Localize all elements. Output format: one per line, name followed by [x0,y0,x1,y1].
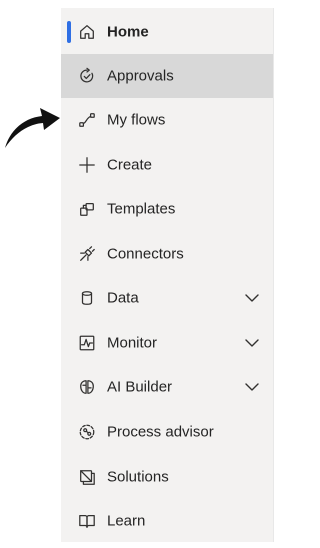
plug-icon [77,244,97,264]
chevron-down-icon[interactable] [244,290,260,306]
pointer-arrow-icon [5,108,60,148]
active-indicator [67,21,71,43]
nav-item-data[interactable]: Data [61,276,273,320]
nav-item-templates[interactable]: Templates [61,187,273,231]
nav-item-home[interactable]: Home [61,10,273,54]
plus-icon [77,155,97,175]
left-navigation: Home Approvals My flows Create Templates… [61,8,274,542]
book-icon [77,511,97,531]
home-icon [77,22,97,42]
monitor-icon [77,333,97,353]
nav-item-ai-builder[interactable]: AI Builder [61,365,273,409]
nav-label: Approvals [107,67,174,85]
nav-item-process-advisor[interactable]: Process advisor [61,410,273,454]
process-advisor-icon [77,422,97,442]
nav-label: Connectors [107,245,184,263]
nav-item-solutions[interactable]: Solutions [61,455,273,499]
nav-label: My flows [107,111,166,129]
database-icon [77,288,97,308]
nav-item-create[interactable]: Create [61,143,273,187]
nav-label: Monitor [107,334,158,352]
nav-label: Templates [107,200,176,218]
solutions-icon [77,467,97,487]
nav-label: AI Builder [107,378,173,396]
nav-label: Create [107,156,153,174]
brain-icon [77,377,97,397]
templates-icon [77,199,97,219]
chevron-down-icon[interactable] [244,335,260,351]
nav-label: Solutions [107,468,169,486]
flow-icon [77,110,97,130]
nav-label: Home [107,23,149,41]
nav-item-approvals[interactable]: Approvals [61,54,273,98]
nav-item-monitor[interactable]: Monitor [61,321,273,365]
nav-item-connectors[interactable]: Connectors [61,232,273,276]
approvals-icon [77,66,97,86]
nav-label: Process advisor [107,423,214,441]
nav-item-learn[interactable]: Learn [61,499,273,543]
chevron-down-icon[interactable] [244,379,260,395]
nav-label: Learn [107,512,146,530]
nav-label: Data [107,289,139,307]
nav-item-my-flows[interactable]: My flows [61,98,273,142]
